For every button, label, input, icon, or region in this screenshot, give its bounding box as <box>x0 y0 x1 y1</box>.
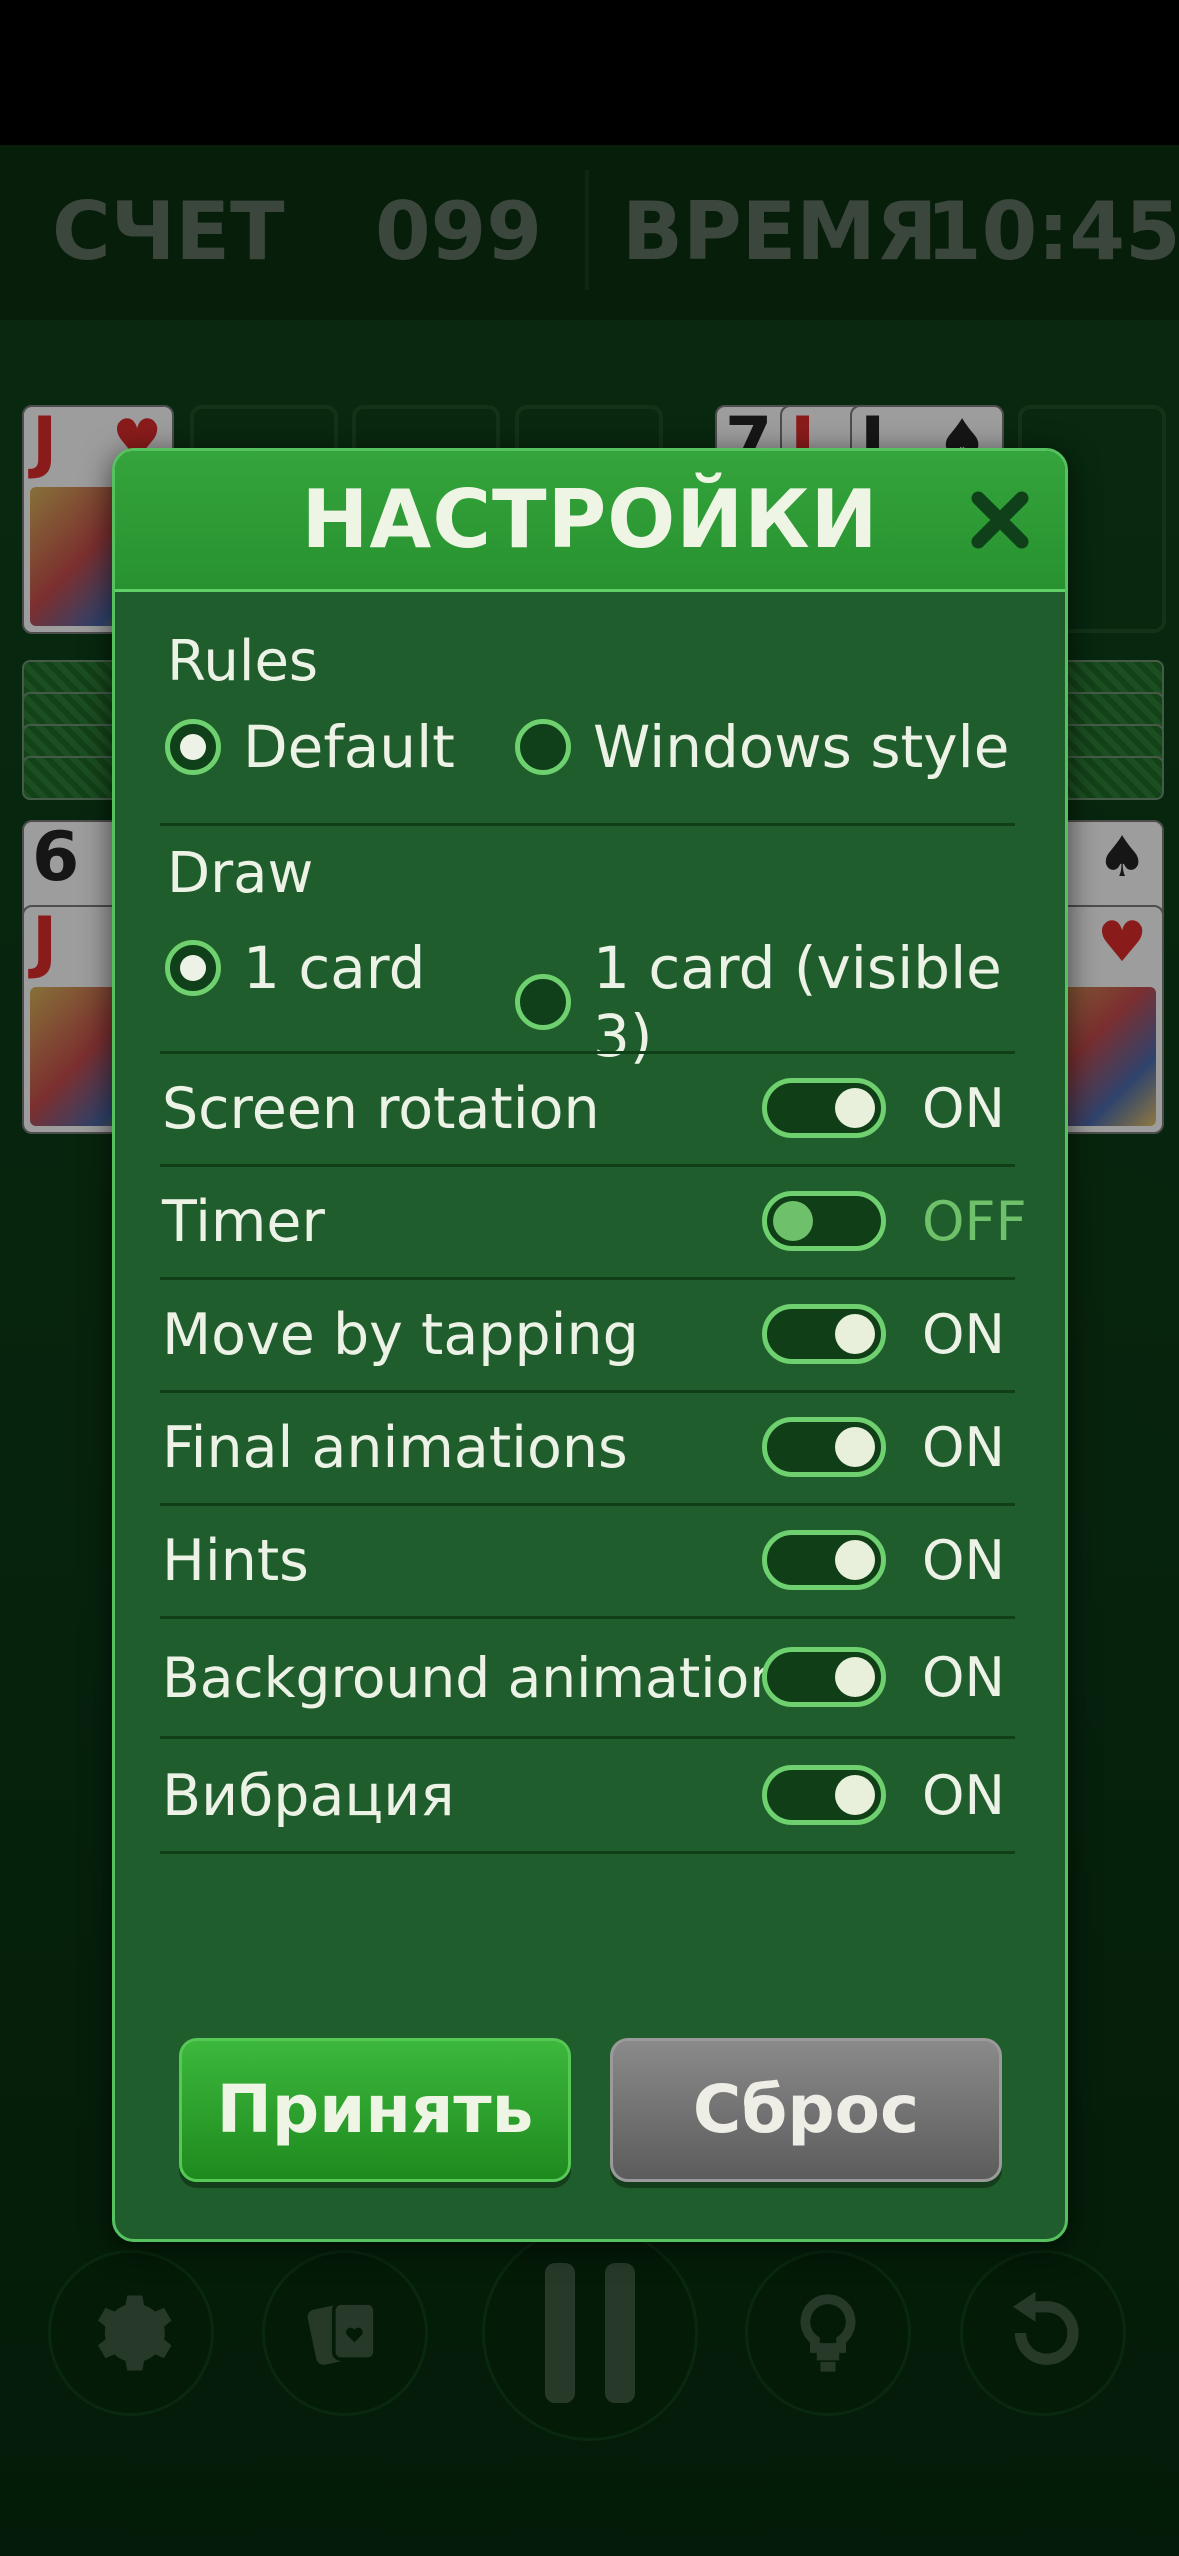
radio-selected-icon <box>165 719 221 775</box>
setting-row-final-animations: Final animations ON <box>160 1393 1015 1503</box>
rules-option-windows-style[interactable]: Windows style <box>515 713 1009 781</box>
setting-label: Screen rotation <box>162 1076 600 1142</box>
rules-option-label: Default <box>243 713 455 781</box>
divider <box>160 823 1015 826</box>
vibration-toggle[interactable] <box>762 1765 886 1825</box>
move-by-tapping-toggle[interactable] <box>762 1304 886 1364</box>
toggle-state: ON <box>922 1416 1005 1479</box>
divider <box>160 1851 1015 1854</box>
close-button[interactable] <box>965 485 1035 555</box>
setting-label: Вибрация <box>162 1763 455 1829</box>
radio-unselected-icon <box>515 719 571 775</box>
toggle-state: OFF <box>922 1190 1027 1253</box>
toggle-knob <box>773 1201 813 1241</box>
hints-toggle[interactable] <box>762 1530 886 1590</box>
rules-label: Rules <box>167 629 319 694</box>
draw-label: Draw <box>167 841 314 906</box>
draw-option-1-card[interactable]: 1 card <box>165 934 425 1002</box>
divider <box>160 1616 1015 1619</box>
setting-row-background-animation: Background animation ON <box>160 1623 1015 1733</box>
timer-toggle[interactable] <box>762 1191 886 1251</box>
toggle-state: ON <box>922 1764 1005 1827</box>
toggle-knob <box>835 1540 875 1580</box>
setting-label: Final animations <box>162 1415 628 1481</box>
toggle-state: ON <box>922 1646 1005 1709</box>
settings-dialog: НАСТРОЙКИ Rules Default Windows style Dr… <box>112 448 1068 2242</box>
setting-label: Timer <box>162 1189 325 1255</box>
divider <box>160 1736 1015 1739</box>
setting-row-move-by-tapping: Move by tapping ON <box>160 1280 1015 1390</box>
draw-option-1-card-visible-3[interactable]: 1 card (visible 3) <box>515 934 1065 1070</box>
final-animations-toggle[interactable] <box>762 1417 886 1477</box>
setting-label: Hints <box>162 1528 309 1594</box>
rules-option-label: Windows style <box>593 713 1010 781</box>
toggle-knob <box>835 1427 875 1467</box>
toggle-state: ON <box>922 1303 1005 1366</box>
toggle-knob <box>835 1088 875 1128</box>
toggle-knob <box>835 1657 875 1697</box>
reset-button[interactable]: Сброс <box>610 2038 1002 2182</box>
setting-row-timer: Timer OFF <box>160 1167 1027 1277</box>
draw-option-label: 1 card (visible 3) <box>593 934 1002 1070</box>
setting-row-vibration: Вибрация ON <box>160 1741 1015 1851</box>
toggle-state: ON <box>922 1529 1005 1592</box>
dialog-title: НАСТРОЙКИ <box>301 473 879 566</box>
radio-unselected-icon <box>515 974 571 1030</box>
close-icon <box>971 491 1029 549</box>
background-animation-toggle[interactable] <box>762 1647 886 1707</box>
toggle-knob <box>835 1314 875 1354</box>
setting-label: Background animation <box>162 1646 785 1710</box>
rules-option-default[interactable]: Default <box>165 713 455 781</box>
setting-row-screen-rotation: Screen rotation ON <box>160 1054 1015 1164</box>
screen-rotation-toggle[interactable] <box>762 1078 886 1138</box>
accept-button[interactable]: Принять <box>179 2038 571 2182</box>
setting-label: Move by tapping <box>162 1302 639 1368</box>
draw-option-label: 1 card <box>243 934 426 1002</box>
toggle-knob <box>835 1775 875 1815</box>
radio-selected-icon <box>165 940 221 996</box>
toggle-state: ON <box>922 1077 1005 1140</box>
setting-row-hints: Hints ON <box>160 1506 1015 1616</box>
